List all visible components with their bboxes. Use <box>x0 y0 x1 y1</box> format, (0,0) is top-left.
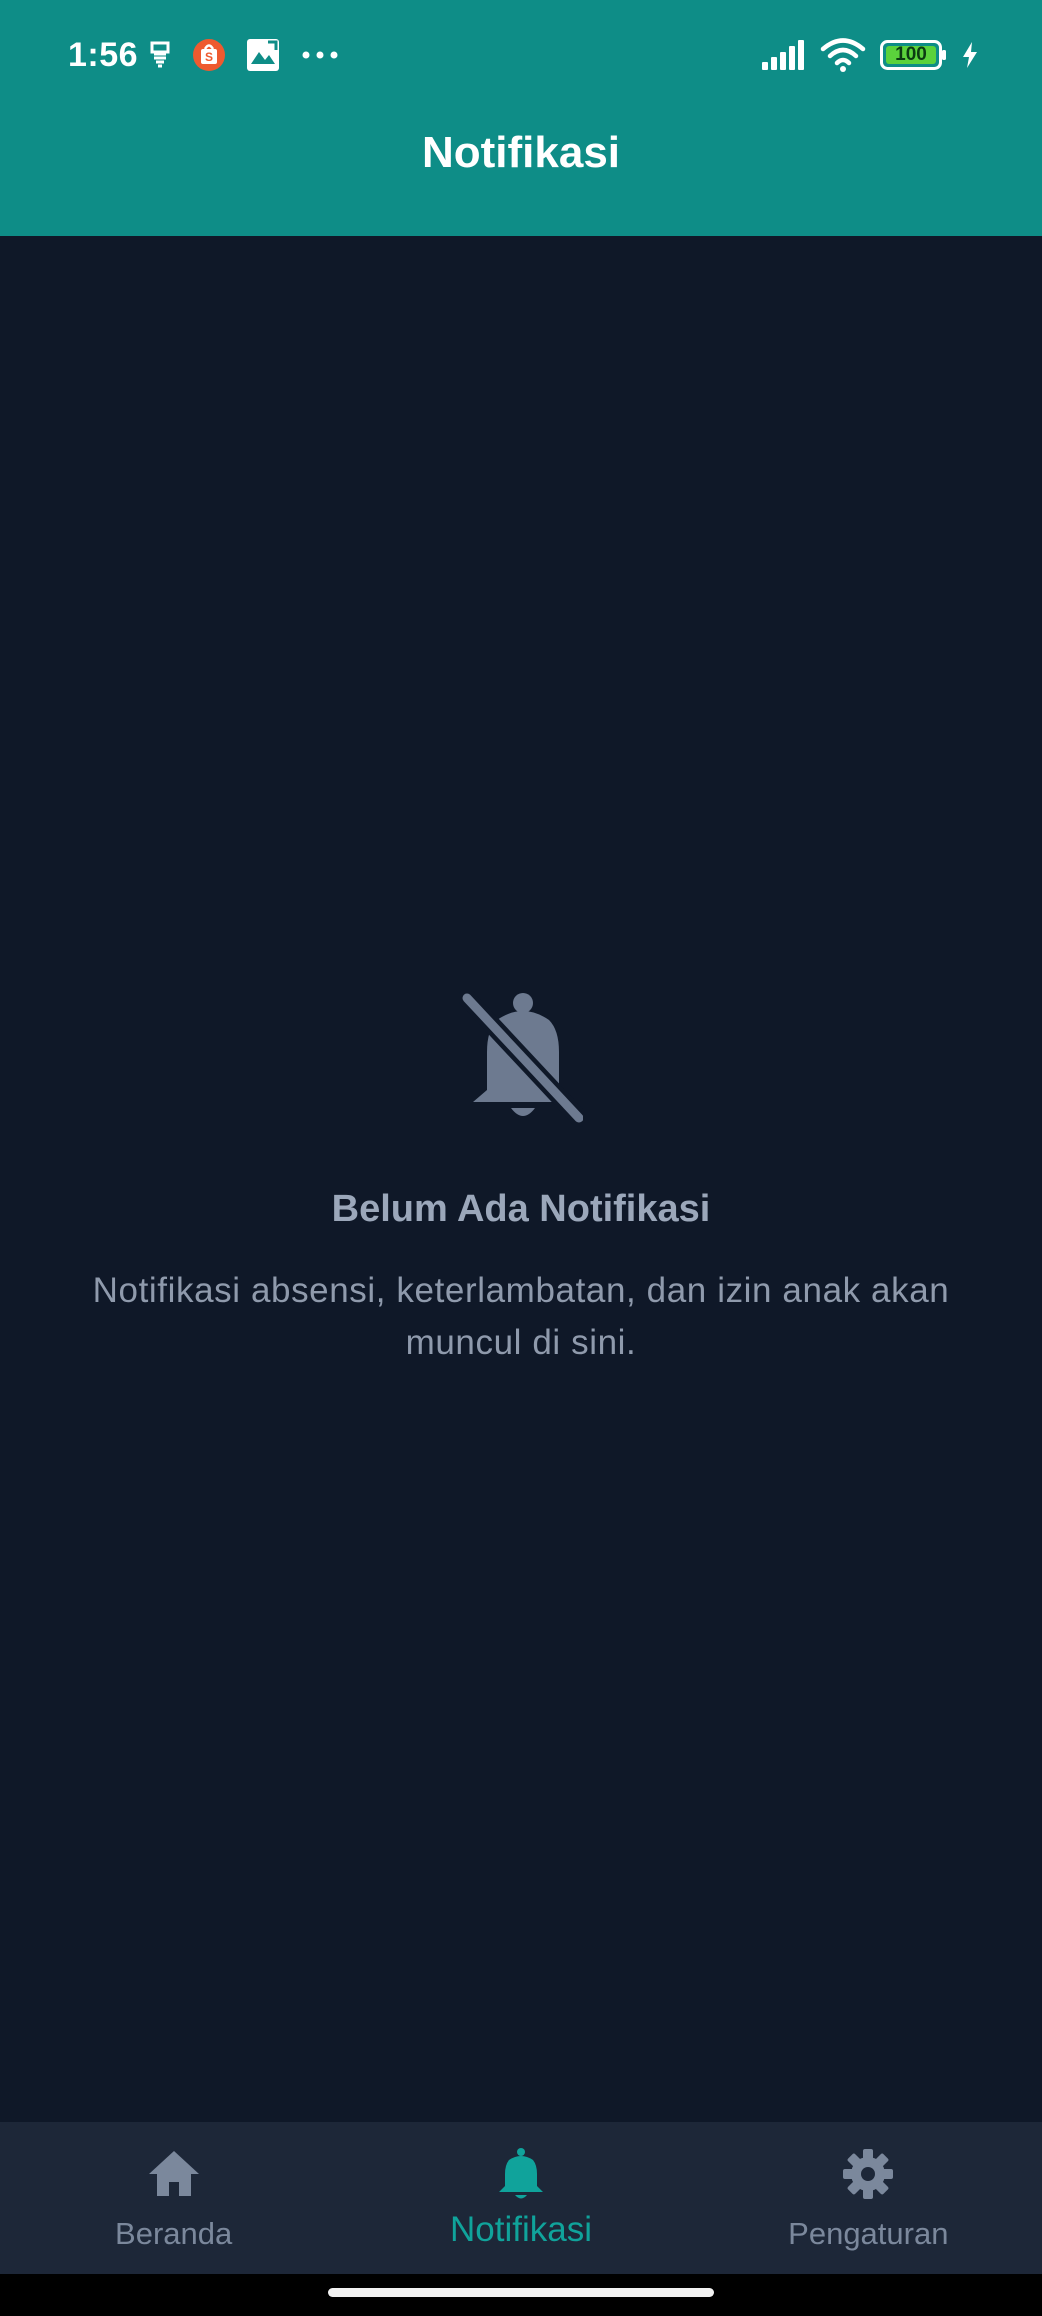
nav-label-beranda: Beranda <box>115 2216 233 2251</box>
more-dots-icon <box>300 50 340 60</box>
wifi-icon <box>820 38 866 72</box>
status-bar: 1:56 S 100 <box>0 0 1042 118</box>
bell-icon <box>498 2148 543 2199</box>
home-indicator[interactable] <box>328 2288 714 2297</box>
screen: 1:56 S 100 Notifikasi Belum Ada Notifika… <box>0 0 1042 2316</box>
status-left-icons: S <box>148 38 340 72</box>
app-bar: 1:56 S 100 Notifikasi <box>0 0 1042 236</box>
nav-label-notifikasi: Notifikasi <box>450 2210 592 2249</box>
battery-icon: 100 <box>880 40 948 70</box>
empty-state-title: Belum Ada Notifikasi <box>331 1188 711 1230</box>
charging-icon <box>962 42 978 68</box>
battery-level: 100 <box>895 44 927 65</box>
nav-item-notifikasi[interactable]: Notifikasi <box>347 2122 694 2274</box>
gesture-bar <box>0 2274 1042 2316</box>
empty-state: Belum Ada Notifikasi Notifikasi absensi,… <box>0 990 1042 1369</box>
status-right-icons: 100 <box>760 38 978 72</box>
bell-off-icon <box>459 990 583 1127</box>
nav-item-pengaturan[interactable]: Pengaturan <box>695 2122 1042 2274</box>
signal-icon <box>760 40 806 70</box>
gallery-icon <box>246 38 280 72</box>
svg-text:S: S <box>205 50 213 64</box>
sim-icon <box>148 40 172 70</box>
shopee-icon: S <box>192 38 226 72</box>
nav-item-beranda[interactable]: Beranda <box>0 2122 347 2274</box>
page-title: Notifikasi <box>421 128 621 177</box>
bottom-navigation: Beranda Notifikasi Pengaturan <box>0 2122 1042 2274</box>
nav-label-pengaturan: Pengaturan <box>788 2216 949 2251</box>
home-icon <box>148 2151 199 2196</box>
status-time: 1:56 <box>68 36 139 74</box>
gear-icon <box>843 2149 894 2199</box>
empty-state-description: Notifikasi absensi, keterlambatan, dan i… <box>92 1271 950 1362</box>
